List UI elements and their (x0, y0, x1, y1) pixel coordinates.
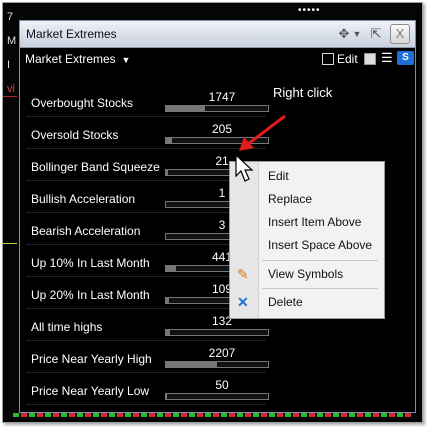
annotation-arrow-head (239, 137, 254, 151)
screenshot-frame: 7 M I vi ••••• Market Extremes ✥ ▼ ⇱ X M… (2, 2, 423, 423)
mouse-cursor-icon (235, 154, 254, 182)
annotation-arrow (239, 114, 286, 151)
annotation-arrow-shaft (247, 114, 286, 146)
